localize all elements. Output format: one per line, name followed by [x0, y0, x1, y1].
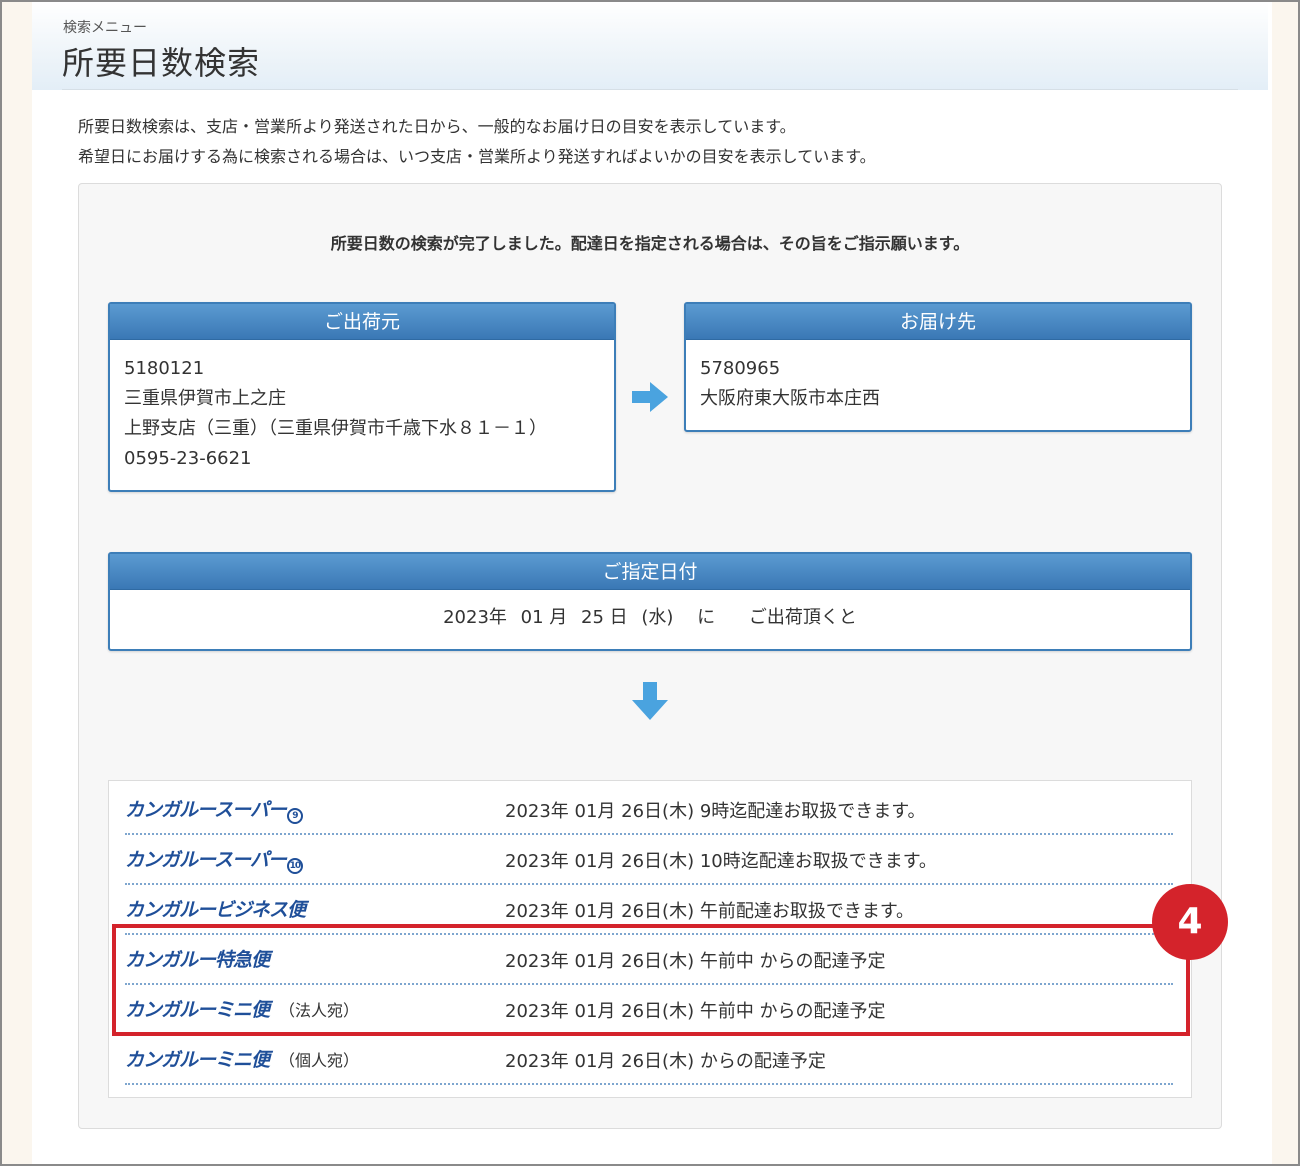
origin-phone: 0595-23-6621 — [124, 448, 252, 469]
origin-box: ご出荷元 5180121 三重県伊賀市上之庄 上野支店（三重）（三重県伊賀市千歳… — [108, 302, 616, 492]
date-box: ご指定日付 2023年 01 月 25 日 (水) に ご出荷頂くと — [108, 552, 1192, 651]
destination-box: お届け先 5780965 大阪府東大阪市本庄西 — [684, 302, 1192, 432]
intro-line-2: 希望日にお届けする為に検索される場合は、いつ支店・営業所より発送すればよいかの目… — [78, 147, 876, 166]
service-name: カンガルーミニ便 （個人宛） — [125, 1045, 359, 1072]
service-badge: 9 — [286, 808, 303, 824]
result-text: 2023年 01月 26日(木) 午前配達お取扱できます。 — [505, 901, 915, 922]
service-name: カンガルービジネス便 — [125, 895, 306, 922]
result-row: カンガルースーパー 9 2023年 01月 26日(木) 9時迄配達お取扱できます… — [125, 785, 1173, 835]
destination-postal: 5780965 — [700, 358, 781, 379]
intro-text: 所要日数検索は、支店・営業所より発送された日から、一般的なお届け日の目安を表示し… — [78, 112, 876, 172]
destination-body: 5780965 大阪府東大阪市本庄西 — [686, 340, 1190, 428]
intro-line-1: 所要日数検索は、支店・営業所より発送された日から、一般的なお届け日の目安を表示し… — [78, 117, 796, 136]
result-text: 2023年 01月 26日(木) からの配達予定 — [505, 1051, 826, 1072]
result-row: カンガルーミニ便 （個人宛） 2023年 01月 26日(木) からの配達予定 — [125, 1035, 1173, 1085]
highlight-box — [112, 924, 1190, 1036]
date-day: 25 日 — [581, 607, 628, 628]
step-marker: 4 — [1152, 884, 1228, 960]
service-label: カンガルースーパー — [125, 799, 287, 821]
service-note: （個人宛） — [279, 1051, 360, 1070]
service-name: カンガルースーパー 9 — [125, 795, 303, 824]
date-line: 2023年 01 月 25 日 (水) に ご出荷頂くと — [110, 590, 1190, 646]
header-subtitle: 検索メニュー — [63, 20, 147, 36]
page-title: 所要日数検索 — [62, 44, 261, 82]
date-suffix: ご出荷頂くと — [748, 607, 857, 628]
service-name: カンガルースーパー 10 — [125, 845, 303, 874]
result-row: カンガルースーパー 10 2023年 01月 26日(木) 10時迄配達お取扱でき… — [125, 835, 1173, 885]
date-year: 2023年 — [443, 607, 507, 628]
result-text: 2023年 01月 26日(木) 9時迄配達お取扱できます。 — [505, 801, 926, 822]
origin-body: 5180121 三重県伊賀市上之庄 上野支店（三重）（三重県伊賀市千歳下水８１－… — [110, 340, 614, 488]
origin-address: 三重県伊賀市上之庄 — [124, 388, 286, 409]
service-label: カンガルービジネス便 — [125, 899, 306, 921]
destination-address: 大阪府東大阪市本庄西 — [700, 388, 880, 409]
service-label: カンガルースーパー — [125, 849, 287, 871]
arrow-right-icon — [632, 382, 668, 412]
arrow-down-icon — [632, 682, 668, 720]
destination-heading: お届け先 — [686, 304, 1190, 340]
date-particle: に — [697, 607, 716, 628]
origin-postal: 5180121 — [124, 358, 205, 379]
service-label: カンガルーミニ便 — [125, 1049, 270, 1071]
origin-branch: 上野支店（三重）（三重県伊賀市千歳下水８１－１） — [124, 418, 547, 439]
result-text: 2023年 01月 26日(木) 10時迄配達お取扱できます。 — [505, 851, 937, 872]
header-divider — [62, 89, 1238, 90]
date-weekday: (水) — [641, 607, 674, 628]
complete-message: 所要日数の検索が完了しました。配達日を指定される場合は、その旨をご指示願います。 — [330, 234, 970, 253]
date-heading: ご指定日付 — [110, 554, 1190, 590]
service-badge: 10 — [286, 858, 303, 874]
origin-heading: ご出荷元 — [110, 304, 614, 340]
date-month: 01 月 — [520, 607, 568, 628]
